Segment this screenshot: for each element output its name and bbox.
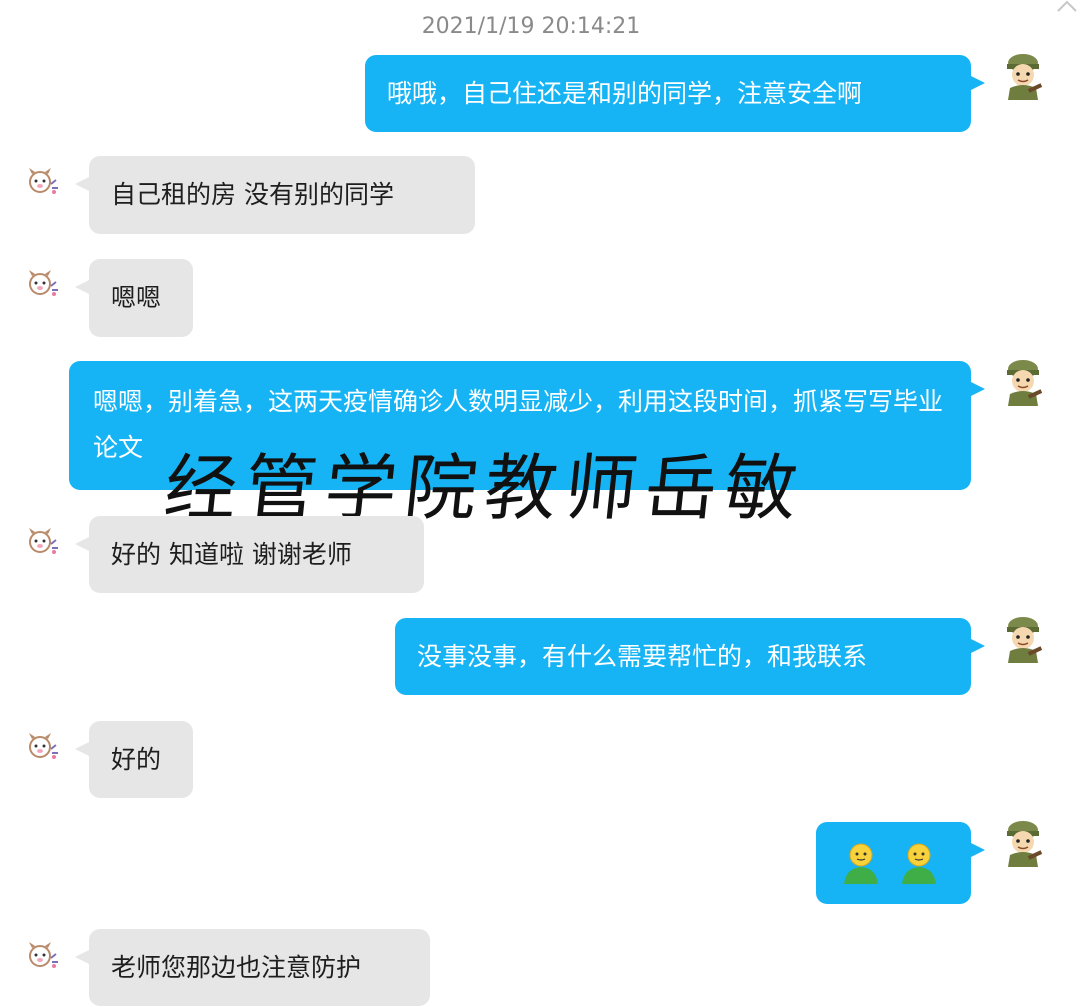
incoming-message-bubble[interactable]: 老师您那边也注意防护 (75, 929, 430, 1006)
outgoing-emoji-bubble[interactable] (816, 822, 985, 904)
my-avatar-icon[interactable] (998, 356, 1048, 406)
incoming-message-bubble[interactable]: 好的 (75, 721, 193, 798)
my-avatar-icon[interactable] (998, 817, 1048, 867)
incoming-message-bubble[interactable]: 嗯嗯 (75, 259, 193, 337)
person-emoji-icon (838, 840, 884, 886)
incoming-message-bubble[interactable]: 好的 知道啦 谢谢老师 (75, 516, 424, 593)
chevron-up-icon[interactable] (1056, 0, 1078, 14)
contact-avatar-icon[interactable] (18, 262, 68, 312)
my-avatar-icon[interactable] (998, 613, 1048, 663)
message-text: 没事没事，有什么需要帮忙的，和我联系 (417, 642, 868, 671)
message-timestamp: 2021/1/19 20:14:21 (421, 14, 641, 39)
incoming-message-bubble[interactable]: 自己租的房 没有别的同学 (75, 156, 475, 234)
message-text: 老师您那边也注意防护 (111, 953, 362, 982)
message-text: 嗯嗯 (111, 283, 162, 312)
outgoing-message-bubble[interactable]: 没事没事，有什么需要帮忙的，和我联系 (395, 618, 985, 695)
outgoing-message-bubble[interactable]: 哦哦，自己住还是和别的同学，注意安全啊 (365, 55, 985, 132)
contact-avatar-icon[interactable] (18, 520, 68, 570)
person-emoji-icon (896, 840, 942, 886)
contact-avatar-icon[interactable] (18, 725, 68, 775)
message-text: 好的 (111, 745, 162, 774)
message-text: 自己租的房 没有别的同学 (111, 180, 394, 209)
message-text: 好的 知道啦 谢谢老师 (111, 540, 352, 569)
message-text: 哦哦，自己住还是和别的同学，注意安全啊 (387, 79, 863, 108)
my-avatar-icon[interactable] (998, 50, 1048, 100)
contact-avatar-icon[interactable] (18, 934, 68, 984)
contact-avatar-icon[interactable] (18, 160, 68, 210)
